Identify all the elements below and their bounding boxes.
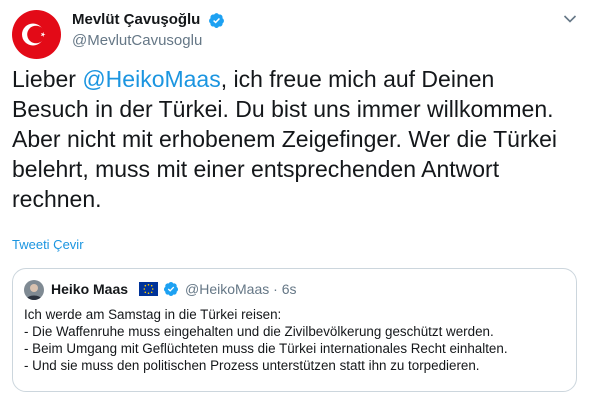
person-photo-icon <box>24 280 44 300</box>
quoted-text-line: - Beim Umgang mit Geflüchteten muss die … <box>24 341 508 356</box>
verified-badge-icon <box>209 13 224 28</box>
translate-tweet-link[interactable]: Tweeti Çevir <box>12 237 84 252</box>
quoted-text-line: - Die Waffenruhe muss eingehalten und di… <box>24 324 494 339</box>
turkey-flag-icon <box>12 10 61 59</box>
quoted-tweet-text: Ich werde am Samstag in die Türkei reise… <box>24 306 569 374</box>
quoted-text-line: Ich werde am Samstag in die Türkei reise… <box>24 307 282 322</box>
quoted-author-name: Heiko Maas <box>51 281 129 297</box>
chevron-down-icon[interactable] <box>563 14 577 24</box>
quoted-meta: @HeikoMaas · 6s <box>185 281 297 297</box>
quoted-timestamp: 6s <box>281 281 297 297</box>
tweet-text: Lieber @HeikoMaas, ich freue mich auf De… <box>12 64 577 214</box>
meta-separator: · <box>273 281 278 297</box>
author-avatar[interactable] <box>12 10 61 59</box>
eu-flag-icon <box>139 282 158 296</box>
verified-badge-icon <box>164 282 178 296</box>
author-handle[interactable]: @MevlutCavusoglu <box>72 32 202 49</box>
mention-link[interactable]: @HeikoMaas <box>82 66 220 92</box>
quoted-tweet[interactable]: Heiko Maas @HeikoMaas · 6s Ich werde am … <box>12 268 577 392</box>
quoted-author-handle: @HeikoMaas <box>185 281 270 297</box>
author-name[interactable]: Mevlüt Çavuşoğlu <box>72 11 200 28</box>
tweet-text-start: Lieber <box>12 66 83 92</box>
quoted-author-avatar <box>24 280 44 300</box>
quoted-text-line: - Und sie muss den politischen Prozess u… <box>24 358 480 373</box>
